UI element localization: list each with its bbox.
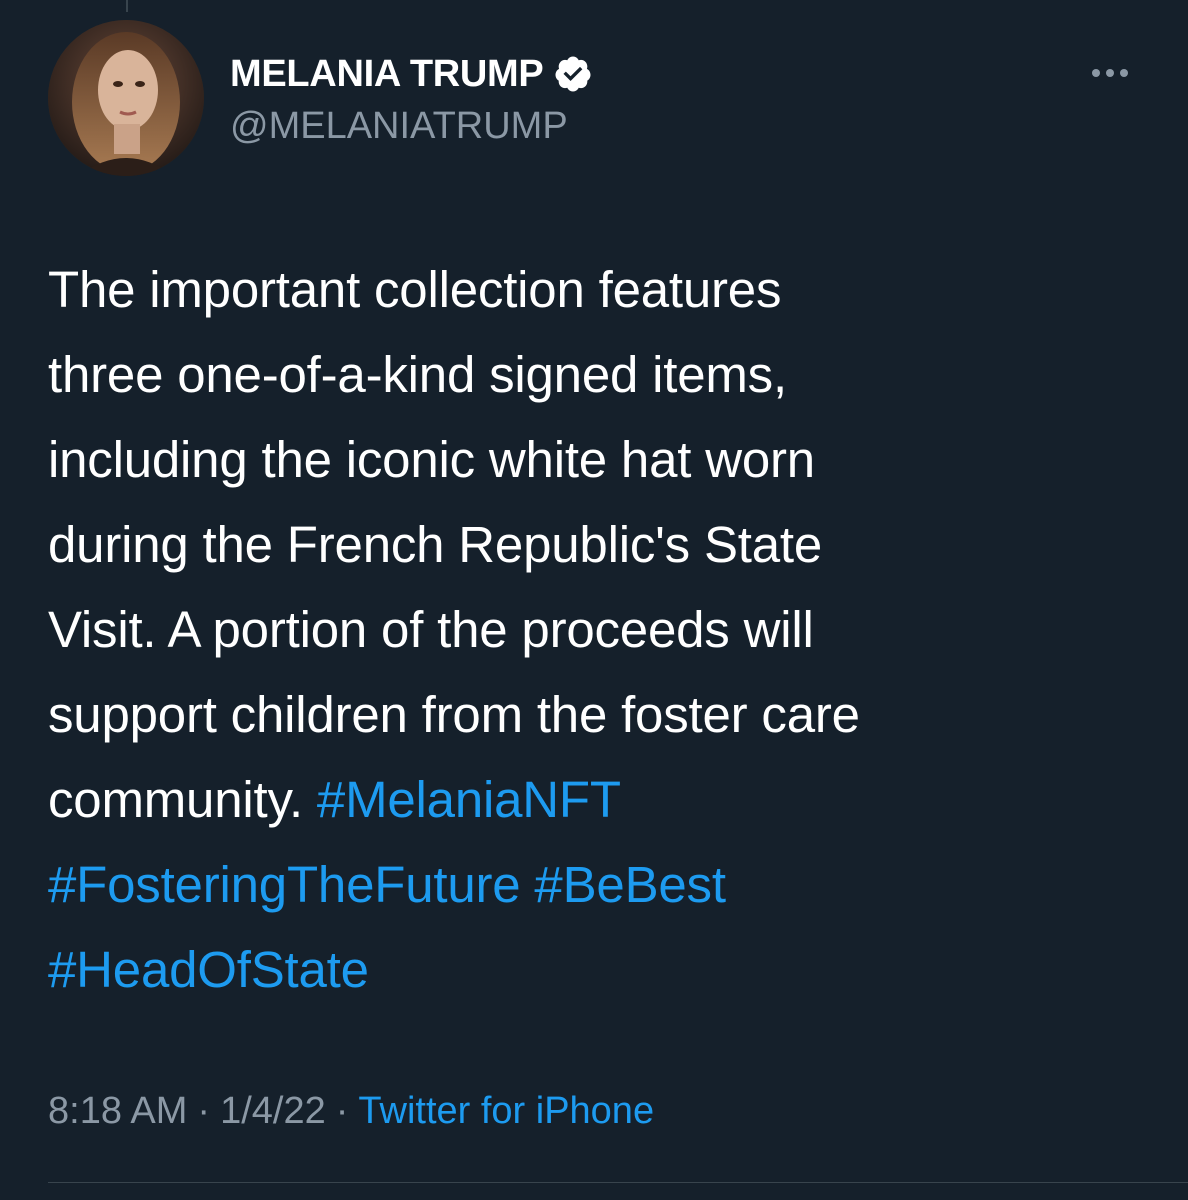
- hashtag-link[interactable]: #FosteringTheFuture: [48, 856, 521, 913]
- divider: [48, 1182, 1188, 1183]
- more-options-icon: [1092, 69, 1100, 77]
- tweet-source-link[interactable]: Twitter for iPhone: [358, 1090, 654, 1133]
- tweet-meta: 8:18 AM · 1/4/22 · Twitter for iPhone: [48, 1090, 654, 1133]
- tweet-text-line: Visit. A portion of the proceeds will: [48, 587, 1168, 672]
- tweet-text-segment: The important collection features: [48, 261, 782, 318]
- hashtag-link[interactable]: #MelaniaNFT: [317, 771, 621, 828]
- thread-connector-line: [126, 0, 128, 12]
- author-display-name[interactable]: MELANIA TRUMP: [230, 53, 544, 96]
- more-options-dot: [1106, 69, 1114, 77]
- hashtag-link[interactable]: #HeadOfState: [48, 941, 369, 998]
- tweet-text-line: three one-of-a-kind signed items,: [48, 332, 1168, 417]
- tweet-text-line: #FosteringTheFuture #BeBest: [48, 842, 1168, 927]
- avatar[interactable]: [48, 20, 204, 176]
- tweet-text-line: support children from the foster care: [48, 672, 1168, 757]
- tweet-text-segment: three one-of-a-kind signed items,: [48, 346, 787, 403]
- tweet-text-segment: during the French Republic's State: [48, 516, 823, 573]
- tweet-text-segment: [520, 856, 534, 913]
- tweet-time[interactable]: 8:18 AM: [48, 1090, 187, 1133]
- author-name-row: MELANIA TRUMP: [230, 50, 593, 98]
- tweet-text-segment: support children from the foster care: [48, 686, 860, 743]
- author-handle[interactable]: @MELANIATRUMP: [230, 105, 568, 148]
- tweet-text-line: community. #MelaniaNFT: [48, 757, 1168, 842]
- tweet-text-segment: Visit. A portion of the proceeds will: [48, 601, 814, 658]
- tweet-text-line: during the French Republic's State: [48, 502, 1168, 587]
- tweet-text: The important collection features three o…: [48, 247, 1168, 1012]
- hashtag-link[interactable]: #BeBest: [534, 856, 726, 913]
- tweet-text-line: #HeadOfState: [48, 927, 1168, 1012]
- tweet-text-segment: community.: [48, 771, 317, 828]
- more-options-dot: [1120, 69, 1128, 77]
- meta-separator: ·: [197, 1090, 211, 1132]
- verified-badge-icon: [553, 54, 593, 94]
- tweet-date[interactable]: 1/4/22: [220, 1090, 326, 1133]
- more-options-button[interactable]: [1080, 58, 1140, 88]
- tweet-text-segment: including the iconic white hat worn: [48, 431, 815, 488]
- meta-separator: ·: [335, 1090, 349, 1132]
- tweet-text-line: The important collection features: [48, 247, 1168, 332]
- tweet-text-line: including the iconic white hat worn: [48, 417, 1168, 502]
- avatar-image: [48, 20, 204, 176]
